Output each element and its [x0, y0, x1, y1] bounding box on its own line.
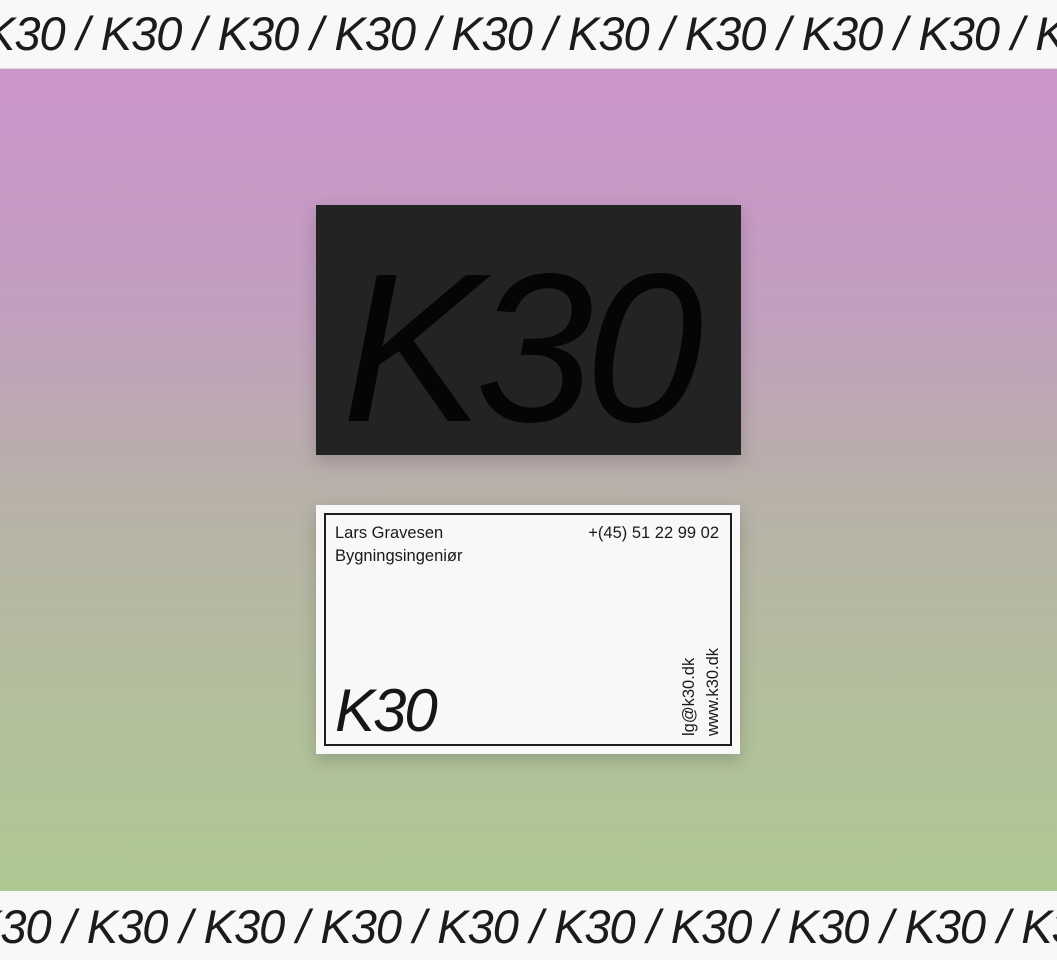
business-card-back: K30	[316, 205, 741, 455]
bottom-marquee-text: K30 / K30 / K30 / K30 / K30 / K30 / K30 …	[0, 900, 1057, 953]
card-back-logo: K30	[342, 229, 703, 456]
top-marquee-text: K30 / K30 / K30 / K30 / K30 / K30 / K30 …	[0, 7, 1057, 60]
card-website: www.k30.dk	[704, 647, 722, 736]
bottom-marquee-banner: K30 / K30 / K30 / K30 / K30 / K30 / K30 …	[0, 891, 1057, 960]
card-name: Lars Gravesen	[335, 524, 444, 542]
card-job-title: Bygningsingeniør	[335, 547, 463, 565]
card-email: lg@k30.dk	[680, 657, 698, 736]
card-phone: +(45) 51 22 99 02	[588, 524, 719, 542]
card-front-logo: K30	[335, 677, 438, 744]
top-marquee-banner: K30 / K30 / K30 / K30 / K30 / K30 / K30 …	[0, 0, 1057, 69]
card-front-content: Lars Gravesen Bygningsingeniør +(45) 51 …	[316, 505, 740, 754]
gradient-stage: K30	[0, 69, 1057, 891]
